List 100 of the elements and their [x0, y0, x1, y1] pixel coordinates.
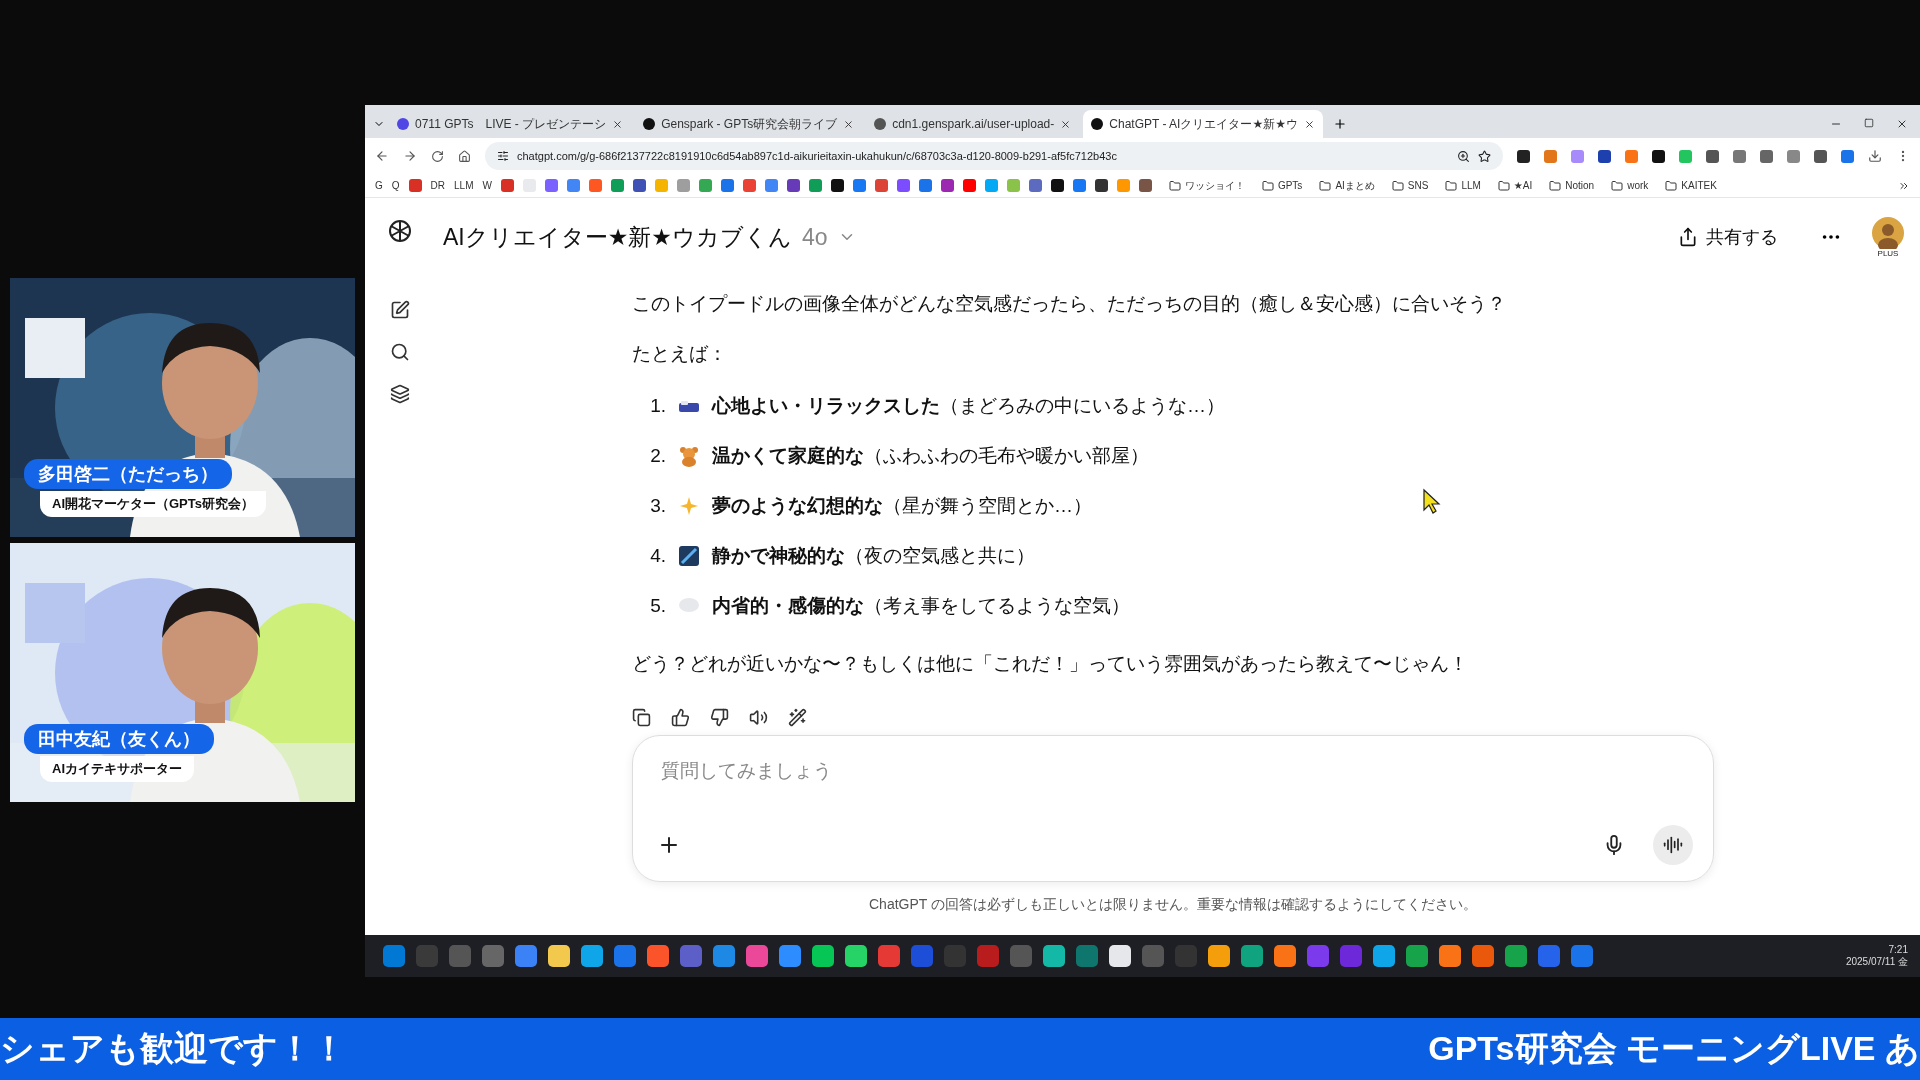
plan-label: PLUS: [1877, 248, 1899, 258]
bookmark-folder[interactable]: GPTs: [1277, 180, 1303, 191]
address-bar[interactable]: chatgpt.com/g/g-686f2137722c8191910c6d54ab897c1d-aikurieitaxin-ukahukun/c/68703c3a-d120-8009-b291-af5fc712b43c: [485, 142, 1503, 170]
avatar-icon[interactable]: [1872, 216, 1904, 249]
bookmark-icon[interactable]: [940, 179, 954, 192]
mouse-pointer-icon: [1422, 488, 1442, 514]
bookmark-link[interactable]: W: [482, 180, 492, 191]
model-name[interactable]: 4o: [802, 223, 828, 251]
library-icon[interactable]: [390, 384, 410, 404]
message-text: このトイプードルの画像全体がどんな空気感だったら、ただっちの目的（癒し＆安心感）に合いそう？: [632, 292, 1507, 316]
bookmark-folder[interactable]: AIまとめ: [1335, 178, 1375, 193]
bookmark-link[interactable]: Q: [391, 180, 400, 191]
bookmark-icon[interactable]: [1094, 179, 1108, 192]
browser-tab[interactable]: cdn1.genspark.ai/user-upload-: [866, 110, 1080, 138]
bookmark-folder[interactable]: SNS: [1407, 180, 1429, 191]
audio-lines-icon: [1663, 835, 1683, 855]
new-chat-icon[interactable]: [390, 300, 410, 320]
bookmark-folder[interactable]: Notion: [1565, 180, 1595, 191]
thumbs-up-icon[interactable]: [671, 708, 690, 727]
taskbar-app-icon[interactable]: [581, 945, 603, 967]
chat-title[interactable]: AIクリエイター★新★ウカブくん: [443, 221, 792, 253]
download-icon[interactable]: [1868, 149, 1882, 163]
bookmark-folder[interactable]: ★AI: [1513, 180, 1533, 191]
favicon-icon: [1091, 118, 1104, 130]
disclaimer-text: ChatGPT の回答は必ずしも正しいとは限りません。重要な情報は確認するようにしてください。: [868, 896, 1478, 914]
wand-icon[interactable]: [788, 708, 807, 727]
taskbar-app-icon[interactable]: [1439, 945, 1461, 967]
bookmark-folder[interactable]: LLM: [1461, 180, 1481, 191]
reload-icon[interactable]: [431, 149, 444, 163]
message-text: たとえば：: [632, 342, 728, 366]
folder-icon[interactable]: [1665, 179, 1678, 192]
share-button[interactable]: 共有する: [1672, 224, 1784, 250]
close-icon[interactable]: [1060, 118, 1072, 130]
extension-icon[interactable]: [1814, 149, 1827, 163]
folder-icon[interactable]: [1261, 179, 1274, 192]
site-settings-icon[interactable]: [497, 150, 509, 162]
zoom-icon[interactable]: [1457, 149, 1470, 163]
close-icon[interactable]: [1896, 118, 1908, 130]
ticker-text: GPTs研究会 モーニングLIVE あ: [1428, 1028, 1920, 1069]
bookmark-folder[interactable]: KAITEK: [1681, 180, 1717, 191]
close-icon[interactable]: [843, 118, 855, 130]
extension-icon[interactable]: [1706, 149, 1719, 163]
bookmark-icon[interactable]: [632, 179, 646, 192]
option-text: 静かで神秘的な（夜の空気感と共に）: [712, 544, 1035, 568]
back-icon[interactable]: [375, 149, 389, 163]
list-number: 2.: [649, 444, 666, 468]
extension-icon[interactable]: [1598, 149, 1611, 163]
browser-tab[interactable]: 0711 GPTs LIVE - プレゼンテーシ: [389, 110, 632, 138]
browser-tab[interactable]: ChatGPT - AIクリエイター★新★ウ: [1083, 110, 1323, 138]
bookmark-icon[interactable]: [786, 179, 800, 192]
option-text: 内省的・感傷的な（考え事をしてるような空気）: [712, 594, 1130, 618]
folder-icon[interactable]: [1168, 179, 1181, 192]
message-input[interactable]: 質問してみましょう: [653, 752, 1693, 790]
taskbar-app-icon[interactable]: [1208, 945, 1230, 967]
home-icon[interactable]: [458, 149, 471, 163]
taskbar-app-icon[interactable]: [1274, 945, 1296, 967]
folder-icon[interactable]: [1611, 179, 1624, 192]
taskbar-app-icon[interactable]: [548, 945, 570, 967]
share-icon: [1678, 227, 1698, 247]
speaker-role: AI開花マーケター（GPTs研究会）: [40, 491, 266, 517]
thumbs-down-icon[interactable]: [710, 708, 729, 727]
browser-tab[interactable]: Genspark - GPTs研究会朝ライブ: [635, 110, 863, 138]
close-icon[interactable]: [1303, 118, 1315, 130]
bookmark-link[interactable]: G: [375, 180, 383, 191]
taskbar-app-icon[interactable]: [1109, 945, 1131, 967]
bookmark-icon[interactable]: [1138, 179, 1152, 192]
taskbar-app-icon[interactable]: [845, 945, 867, 967]
bookmark-folder[interactable]: ワッショイ！: [1184, 178, 1245, 193]
copy-icon[interactable]: [632, 708, 651, 727]
folder-icon[interactable]: [1549, 179, 1562, 192]
search-icon[interactable]: [390, 342, 410, 362]
bookmark-folder[interactable]: work: [1627, 180, 1649, 191]
option-text: 温かくて家庭的な（ふわふわの毛布や暖かい部屋）: [712, 444, 1149, 468]
forward-icon[interactable]: [403, 149, 417, 163]
list-number: 4.: [649, 544, 666, 568]
list-number: 3.: [649, 494, 666, 518]
taskbar-app-icon[interactable]: [1043, 945, 1065, 967]
teddy-bear-icon: [678, 445, 700, 467]
folder-icon[interactable]: [1391, 179, 1404, 192]
taskbar-app-icon[interactable]: [1373, 945, 1395, 967]
bookmark-star-icon[interactable]: [1478, 149, 1491, 163]
close-icon[interactable]: [612, 118, 624, 130]
bookmark-link[interactable]: DR: [430, 180, 445, 191]
clock-time: 7:21: [1888, 944, 1908, 956]
voice-mode-button[interactable]: [1653, 825, 1693, 865]
speaker-name: 多田啓二（ただっち）: [24, 459, 232, 489]
speaker-name: 田中友紀（友くん）: [24, 724, 214, 754]
bookmark-icon[interactable]: [830, 179, 844, 192]
bookmark-link[interactable]: LLM: [454, 180, 474, 191]
folder-icon[interactable]: [1445, 179, 1458, 192]
folder-icon[interactable]: [1497, 179, 1510, 192]
extension-icon[interactable]: [1652, 149, 1665, 163]
logo-icon[interactable]: [387, 218, 413, 244]
speaker-icon[interactable]: [749, 708, 768, 727]
bookmark-icon[interactable]: [1050, 179, 1064, 192]
maximize-icon[interactable]: [1864, 118, 1874, 128]
extension-icon[interactable]: [1517, 149, 1530, 163]
new-tab-icon[interactable]: [1332, 117, 1347, 131]
folder-icon[interactable]: [1319, 179, 1332, 192]
taskbar-app-icon[interactable]: [812, 945, 834, 967]
